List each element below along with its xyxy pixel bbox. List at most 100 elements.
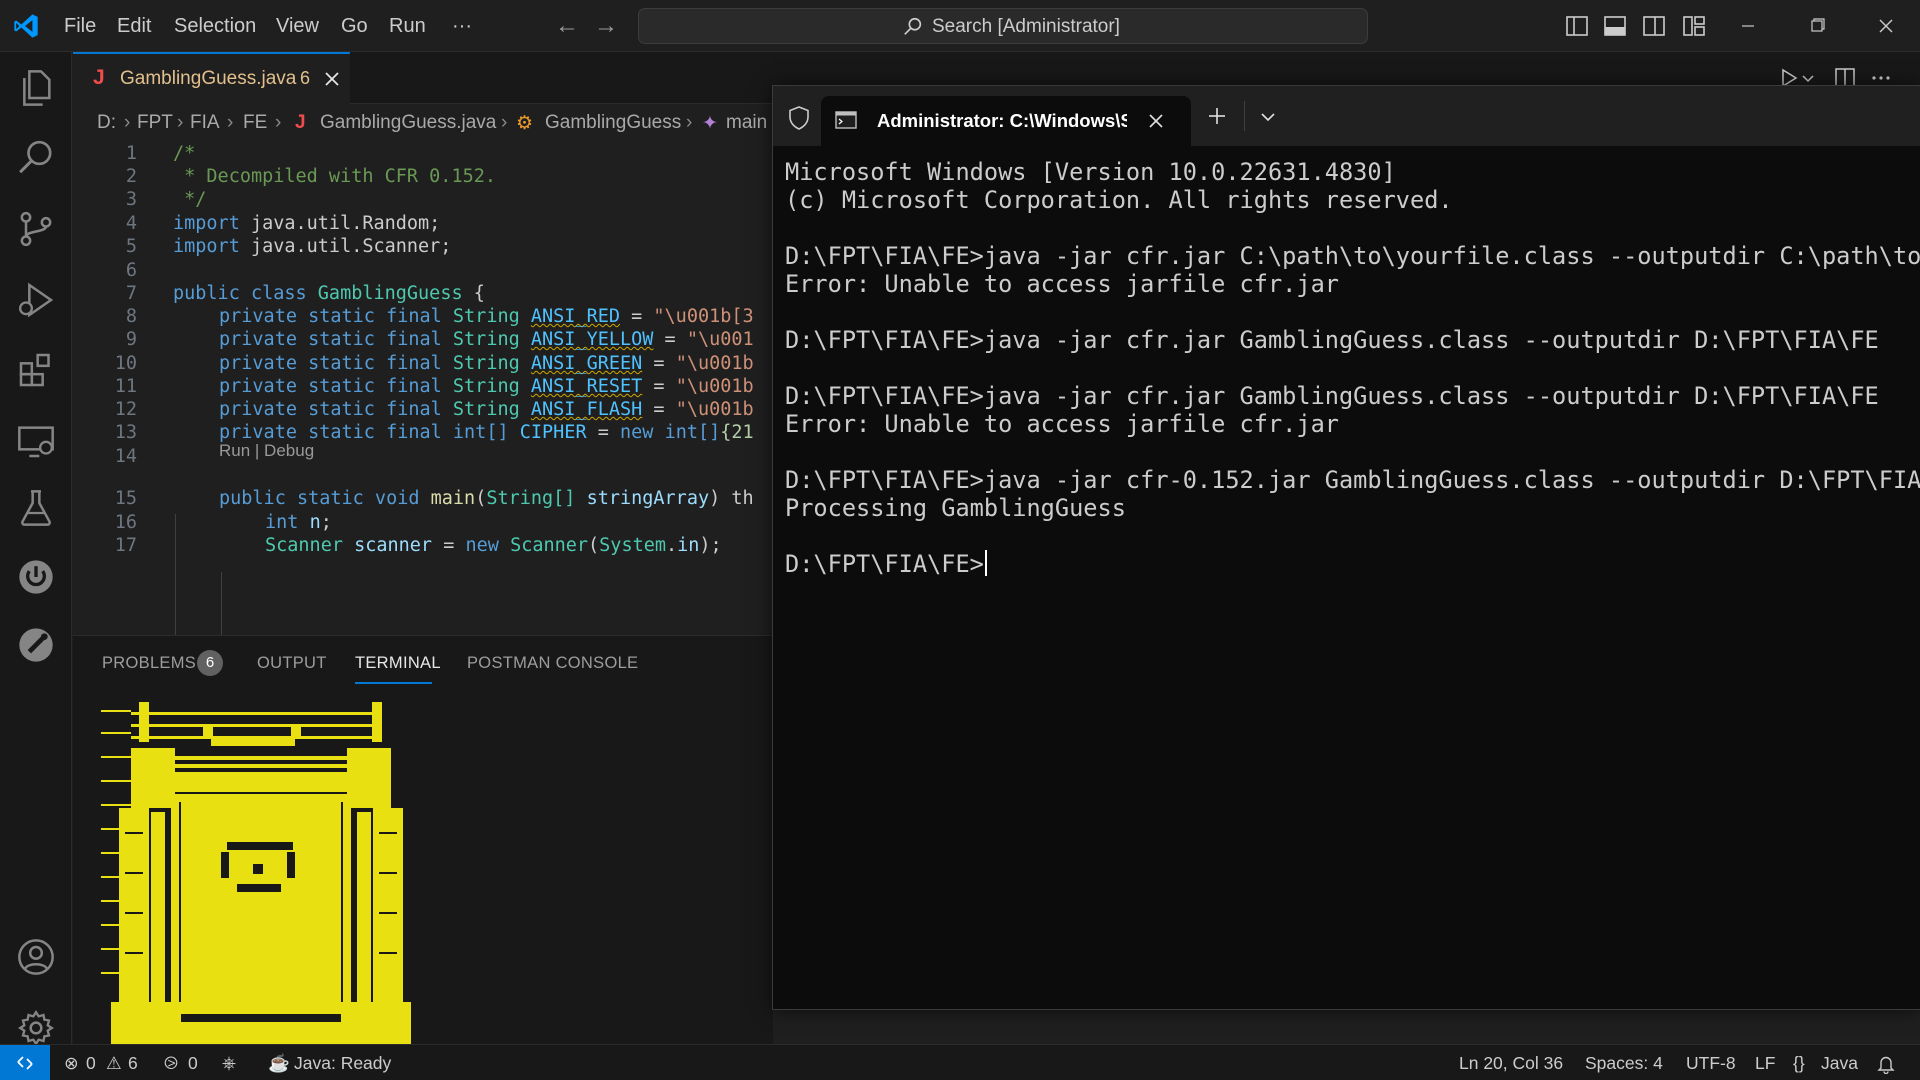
encoding[interactable]: UTF-8 <box>1686 1053 1736 1074</box>
run-and-debug-icon[interactable] <box>16 280 56 320</box>
cursor-position[interactable]: Ln 20, Col 36 <box>1459 1053 1563 1074</box>
line-number: 14 <box>114 446 137 467</box>
tab-gamblingguess-java[interactable]: J GamblingGuess.java 6 <box>73 52 350 104</box>
terminal-line: D:\FPT\FIA\FE>java -jar cfr.jar C:\path\… <box>785 242 1920 270</box>
end-of-line[interactable]: LF <box>1755 1053 1775 1074</box>
activity-bar <box>0 52 72 1046</box>
title-bar: File Edit Selection View Go Run ··· ← → … <box>0 0 1920 52</box>
ports-count[interactable]: 0 <box>188 1053 198 1074</box>
breadcrumb-fe[interactable]: FE <box>243 112 267 134</box>
chevron-right-icon: › <box>177 112 184 133</box>
menu-run[interactable]: Run <box>389 0 426 52</box>
close-window-icon[interactable] <box>1858 0 1914 52</box>
search-view-icon[interactable] <box>16 138 56 178</box>
back-arrow-icon[interactable]: ← <box>553 12 581 40</box>
line-number: 15 <box>114 488 137 509</box>
forward-arrow-icon[interactable]: → <box>592 12 620 40</box>
breadcrumb-file[interactable]: GamblingGuess.java <box>320 112 496 134</box>
remote-indicator[interactable] <box>0 1045 50 1080</box>
code-line: import java.util.Random; <box>173 213 441 234</box>
menu-file[interactable]: File <box>64 0 96 52</box>
minimize-icon[interactable] <box>1720 0 1776 52</box>
menu-selection[interactable]: Selection <box>174 0 256 52</box>
new-tab-plus-icon[interactable] <box>1205 104 1229 128</box>
line-number: 6 <box>125 260 137 281</box>
tab-postman-console[interactable]: POSTMAN CONSOLE <box>467 654 638 673</box>
codelens-run-debug[interactable]: Run | Debug <box>219 441 314 461</box>
problems-count-badge: 6 <box>197 650 223 676</box>
terminal-prompt: D:\FPT\FIA\FE> <box>785 550 984 578</box>
terminal-ascii-art-output <box>101 702 411 1045</box>
error-circle-icon: ⊗ <box>64 1053 79 1073</box>
line-number: 8 <box>125 306 137 327</box>
active-tab-indicator <box>355 682 432 684</box>
terminal-line: (c) Microsoft Corporation. All rights re… <box>785 186 1453 214</box>
close-tab-icon[interactable] <box>321 68 343 90</box>
menu-go[interactable]: Go <box>341 0 368 52</box>
braces-icon: {} <box>1793 1053 1805 1073</box>
java-build-icon[interactable]: ⎈ <box>222 1053 236 1074</box>
close-terminal-tab-icon[interactable] <box>1145 110 1167 132</box>
breadcrumb-method[interactable]: main <box>726 112 767 134</box>
menu-more[interactable]: ··· <box>452 0 472 52</box>
terminal-output[interactable]: Microsoft Windows [Version 10.0.22631.48… <box>785 158 1920 998</box>
line-number: 16 <box>114 512 137 533</box>
menu-view[interactable]: View <box>276 0 319 52</box>
line-number: 17 <box>114 535 137 556</box>
line-number: 3 <box>125 189 137 210</box>
postman-icon[interactable] <box>16 625 56 665</box>
code-editor[interactable]: 1 2 3 4 5 6 7 8 9 10 11 12 13 14 15 16 1… <box>73 140 773 635</box>
code-line: int n; <box>265 512 332 533</box>
extensions-icon[interactable] <box>16 350 56 390</box>
restore-icon[interactable] <box>1790 0 1846 52</box>
terminal-line: Processing GamblingGuess <box>785 494 1126 522</box>
tab-output[interactable]: OUTPUT <box>257 654 327 673</box>
notifications-bell-icon[interactable] <box>1876 1054 1896 1074</box>
settings-gear-icon[interactable] <box>16 1008 56 1048</box>
windows-terminal-window: Administrator: C:\Windows\System32\cmd.e… <box>772 85 1920 1010</box>
tab-label: GamblingGuess.java <box>120 68 297 89</box>
breadcrumb-class[interactable]: GamblingGuess <box>545 112 681 134</box>
indentation[interactable]: Spaces: 4 <box>1585 1053 1663 1074</box>
breadcrumb-drive[interactable]: D: <box>97 112 116 134</box>
status-bar: ⊗ 0 ⚠ 6 ⧁ 0 ⎈ ☕ Java: Ready Ln 20, Col 3… <box>0 1044 1920 1080</box>
remote-explorer-icon[interactable] <box>16 421 56 461</box>
class-symbol-icon: ⚙ <box>516 113 534 134</box>
indent-guide <box>175 514 176 635</box>
line-number: 11 <box>114 376 137 397</box>
accounts-icon[interactable] <box>16 937 56 977</box>
toggle-panel-icon[interactable] <box>1603 14 1627 38</box>
code-line: private static final String ANSI_FLASH =… <box>219 399 754 420</box>
code-line: Scanner scanner = new Scanner(System.in)… <box>265 535 722 556</box>
warnings-count[interactable]: 6 <box>128 1053 138 1074</box>
ports-broadcast-icon: ⧁ <box>164 1053 178 1073</box>
command-center-search[interactable]: Search [Administrator] <box>638 8 1368 44</box>
source-control-icon[interactable] <box>16 209 56 249</box>
chevron-down-icon[interactable] <box>1257 106 1279 128</box>
line-number: 4 <box>125 213 137 234</box>
terminal-tab-cmd[interactable]: Administrator: C:\Windows\System32\cmd.e… <box>821 96 1191 146</box>
customize-layout-icon[interactable] <box>1682 14 1706 38</box>
remote-connection-icon <box>17 1056 33 1070</box>
errors-count[interactable]: 0 <box>86 1053 96 1074</box>
testing-icon[interactable] <box>16 488 56 528</box>
breadcrumb-fpt[interactable]: FPT <box>137 112 173 134</box>
java-status[interactable]: Java: Ready <box>294 1053 391 1074</box>
line-number: 10 <box>114 353 137 374</box>
line-number: 12 <box>114 399 137 420</box>
toggle-primary-sidebar-icon[interactable] <box>1565 14 1589 38</box>
code-line: import java.util.Scanner; <box>173 236 452 257</box>
tab-problems[interactable]: PROBLEMS <box>102 654 196 673</box>
explorer-icon[interactable] <box>16 68 56 108</box>
toggle-secondary-sidebar-icon[interactable] <box>1642 14 1666 38</box>
language-mode[interactable]: Java <box>1821 1053 1858 1074</box>
menu-edit[interactable]: Edit <box>117 0 151 52</box>
breadcrumb-fia[interactable]: FIA <box>190 112 220 134</box>
code-line: private static final String ANSI_RESET =… <box>219 376 754 397</box>
tab-terminal[interactable]: TERMINAL <box>355 654 441 673</box>
power-extension-icon[interactable] <box>16 557 56 597</box>
warning-triangle-icon: ⚠ <box>106 1053 122 1073</box>
code-line: public class GamblingGuess { <box>173 283 485 304</box>
chevron-right-icon: › <box>501 112 508 133</box>
line-number: 9 <box>125 329 137 350</box>
